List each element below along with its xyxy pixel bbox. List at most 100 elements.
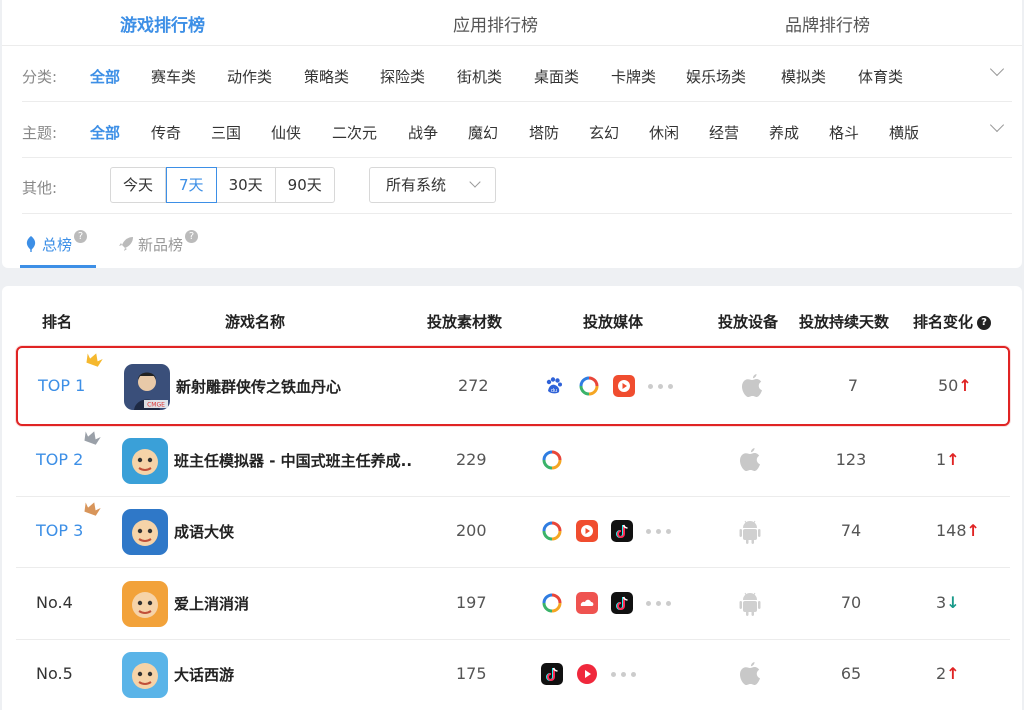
- period-30d-button[interactable]: 30天: [217, 168, 276, 202]
- period-7d-button[interactable]: 7天: [166, 167, 217, 203]
- system-select[interactable]: 所有系统: [369, 167, 496, 203]
- category-adventure[interactable]: 探险类: [380, 66, 425, 87]
- period-today-button[interactable]: 今天: [111, 168, 167, 202]
- main-tabs: 游戏排行榜 应用排行榜 品牌排行榜: [2, 0, 1022, 46]
- table-row[interactable]: No.4 爱上消消消 197 70 3↓: [16, 569, 1010, 640]
- play-icon: [577, 664, 597, 684]
- active-tab-indicator: [20, 265, 96, 268]
- crown-icon: [84, 502, 101, 516]
- media-item: [576, 520, 598, 542]
- category-card[interactable]: 卡牌类: [611, 66, 656, 87]
- game-name-link[interactable]: 爱上消消消: [174, 593, 249, 614]
- app-icon[interactable]: [122, 581, 168, 627]
- theme-raising[interactable]: 养成: [769, 122, 799, 143]
- help-icon[interactable]: ?: [185, 230, 199, 243]
- media-item: [541, 520, 563, 542]
- header-creative-count: 投放素材数: [427, 313, 503, 331]
- theme-war[interactable]: 战争: [408, 122, 438, 143]
- duration-days: 123: [835, 450, 867, 469]
- theme-fighting[interactable]: 格斗: [829, 122, 859, 143]
- category-simulation[interactable]: 模拟类: [781, 66, 826, 87]
- category-casino[interactable]: 娱乐场类: [686, 66, 746, 87]
- tab-app-ranking[interactable]: 应用排行榜: [453, 11, 538, 36]
- theme-tower-defense[interactable]: 塔防: [529, 122, 559, 143]
- media-item: [611, 592, 633, 614]
- header-rank: 排名: [42, 313, 73, 331]
- app-icon[interactable]: [122, 509, 168, 555]
- more-icon[interactable]: [646, 600, 671, 606]
- theme-all[interactable]: 全部: [90, 122, 120, 143]
- app-icon[interactable]: CMGE: [124, 364, 170, 410]
- creative-count: 175: [456, 664, 487, 683]
- table-row[interactable]: TOP 2 班主任模拟器 - 中国式班主任养成.. 229 123 1↑: [16, 426, 1010, 497]
- tab-new-products[interactable]: 新品榜?: [118, 230, 199, 255]
- help-icon[interactable]: ?: [74, 230, 88, 243]
- rank-label: No.5: [36, 664, 73, 683]
- android-icon: [738, 519, 762, 545]
- theme-fantasy[interactable]: 玄幻: [589, 122, 619, 143]
- video-icon: [576, 520, 598, 542]
- svg-text:du: du: [551, 388, 557, 394]
- media-item: [541, 592, 563, 614]
- help-icon[interactable]: ?: [977, 315, 992, 330]
- category-board[interactable]: 桌面类: [534, 66, 579, 87]
- period-90d-button[interactable]: 90天: [276, 168, 334, 202]
- category-strategy[interactable]: 策略类: [304, 66, 349, 87]
- category-sports[interactable]: 体育类: [858, 66, 903, 87]
- table-row[interactable]: TOP 3 成语大侠 200 74 148↑: [16, 497, 1010, 568]
- game-name-link[interactable]: 成语大侠: [174, 521, 234, 542]
- media-item: [576, 663, 598, 685]
- arrow-down-icon: ↓: [946, 593, 960, 612]
- tab-game-ranking[interactable]: 游戏排行榜: [120, 11, 205, 36]
- theme-legend[interactable]: 传奇: [151, 122, 181, 143]
- app-icon[interactable]: [122, 438, 168, 484]
- other-label: 其他:: [22, 179, 58, 197]
- media-item: [578, 375, 600, 397]
- duration-days: 7: [847, 376, 859, 395]
- chevron-down-icon[interactable]: [989, 117, 1005, 133]
- theme-side-scroll[interactable]: 横版: [889, 122, 919, 143]
- media-list: [541, 591, 671, 615]
- media-item: [541, 449, 563, 471]
- rank-label: TOP 1: [38, 376, 86, 395]
- category-racing[interactable]: 赛车类: [151, 66, 196, 87]
- theme-management[interactable]: 经营: [709, 122, 739, 143]
- table-row[interactable]: No.5 大话西游 175 65 2↑: [16, 640, 1010, 710]
- media-item: [541, 663, 563, 685]
- apple-icon: [738, 448, 762, 474]
- ring-icon: [542, 521, 562, 541]
- category-arcade[interactable]: 街机类: [457, 66, 502, 87]
- table-row[interactable]: TOP 1 CMGE 新射雕群侠传之铁血丹心 272 du 7 50↑: [16, 346, 1010, 426]
- category-all[interactable]: 全部: [90, 66, 120, 87]
- video-icon: [613, 375, 635, 397]
- theme-three-kingdoms[interactable]: 三国: [211, 122, 241, 143]
- app-icon[interactable]: [122, 652, 168, 698]
- game-name-link[interactable]: 班主任模拟器 - 中国式班主任养成..: [174, 450, 412, 471]
- rocket-icon: [119, 237, 133, 251]
- arrow-up-icon: ↑: [946, 664, 960, 683]
- game-name-link[interactable]: 新射雕群侠传之铁血丹心: [176, 376, 341, 397]
- more-icon[interactable]: [648, 383, 673, 389]
- more-icon[interactable]: [646, 528, 671, 534]
- game-name-link[interactable]: 大话西游: [174, 664, 234, 685]
- theme-casual[interactable]: 休闲: [649, 122, 679, 143]
- category-action[interactable]: 动作类: [227, 66, 272, 87]
- theme-acg[interactable]: 二次元: [332, 122, 377, 143]
- duration-days: 70: [840, 593, 862, 612]
- rank-label: TOP 2: [36, 450, 84, 469]
- creative-count: 272: [458, 376, 489, 395]
- category-label: 分类:: [22, 68, 58, 86]
- media-item: du: [543, 375, 565, 397]
- theme-xianxia[interactable]: 仙侠: [271, 122, 301, 143]
- media-item: [611, 520, 633, 542]
- media-list: [541, 519, 671, 543]
- tab-overall[interactable]: 总榜?: [24, 230, 88, 255]
- header-device: 投放设备: [718, 313, 779, 331]
- arrow-up-icon: ↑: [946, 450, 960, 469]
- tab-brand-ranking[interactable]: 品牌排行榜: [785, 11, 870, 36]
- header-days: 投放持续天数: [799, 313, 890, 331]
- more-icon[interactable]: [611, 671, 636, 677]
- theme-magic[interactable]: 魔幻: [468, 122, 498, 143]
- chevron-down-icon[interactable]: [989, 61, 1005, 77]
- rank-label: No.4: [36, 593, 73, 612]
